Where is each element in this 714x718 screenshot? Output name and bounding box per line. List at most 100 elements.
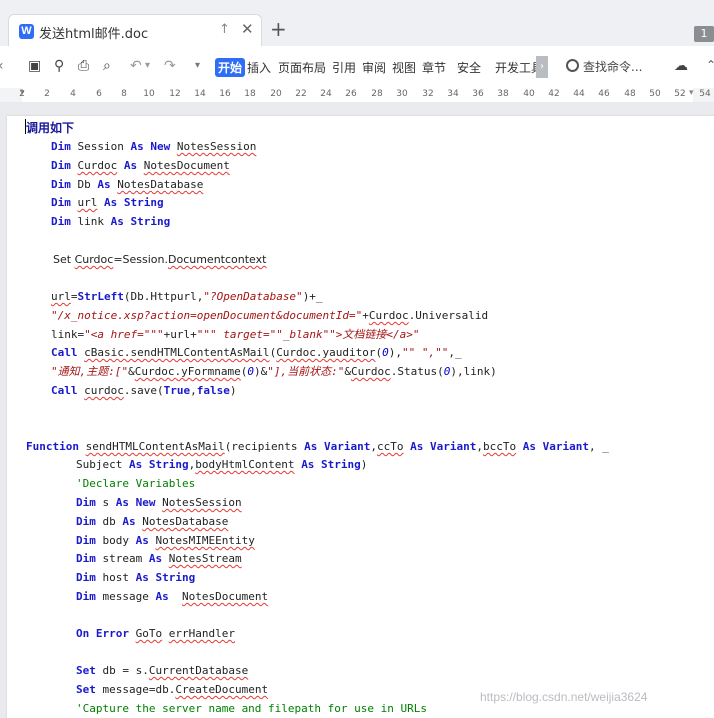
search-icon [566, 59, 579, 72]
code-token: link= [51, 328, 85, 341]
code-token: s [102, 496, 116, 509]
code-line: "/x_notice.xsp?action=openDocument&docum… [51, 309, 488, 322]
code-token: cBasic.sendHTMLContentAsMail [84, 346, 270, 359]
ruler-tick-label: 46 [598, 89, 610, 99]
code-token: sendHTMLContentAsMail [85, 440, 225, 453]
code-token: ,_ [448, 346, 462, 359]
keyword: As String [135, 571, 196, 584]
print-preview-icon[interactable]: ⌕ [103, 57, 111, 75]
quick-access-dropdown-icon[interactable]: ▾ [195, 57, 200, 75]
code-line: Set Curdoc=Session.Documentcontext [53, 253, 266, 266]
command-search[interactable]: 查找命令... [566, 58, 642, 75]
code-line: link="<a href="""+url+""" target=""_blan… [51, 328, 420, 341]
keyword: As Variant [522, 440, 589, 453]
comment: 'Declare Variables [76, 477, 196, 490]
window-count-badge[interactable]: 1 [694, 26, 714, 42]
code-token: Curdoc [368, 309, 409, 322]
code-line: 'Capture the server name and filepath fo… [76, 702, 427, 715]
keyword: Dim [76, 496, 103, 509]
new-tab-plus-icon[interactable]: + [270, 19, 287, 39]
keyword: Dim [51, 140, 78, 153]
pin-up-icon[interactable]: ↑ [219, 22, 230, 37]
code-line: Subject As String,bodyHtmlContent As Str… [76, 458, 367, 471]
menu-chevron-icon[interactable]: ‹ [0, 57, 4, 75]
keyword: Function [26, 440, 86, 453]
ruler-tick-label: 44 [573, 89, 585, 99]
menu-page-layout[interactable]: 页面布局 [278, 59, 326, 76]
search-label: 查找命令... [583, 60, 643, 74]
code-token: link [77, 215, 111, 228]
keyword: Dim [51, 178, 78, 191]
code-token: NotesStream [168, 552, 242, 565]
code-token: message [102, 590, 156, 603]
code-token: GoTo [135, 627, 163, 640]
code-line: Dim Curdoc As NotesDocument [51, 159, 230, 172]
ribbon-scroll-right-button[interactable]: › [536, 56, 548, 78]
keyword: As Variant [304, 440, 371, 453]
cloud-sync-icon[interactable]: ☁ [674, 58, 688, 74]
code-token: (Db.Httpurl, [123, 290, 204, 303]
ruler-tick-label: 26 [345, 89, 357, 99]
menu-developer[interactable]: 开发工具 [495, 59, 537, 76]
ruler-tick-label: 12 [169, 89, 181, 99]
code-token: NotesDocument [143, 159, 230, 172]
ruler-tick-label: 36 [472, 89, 484, 99]
code-token: errHandler [168, 627, 235, 640]
keyword: Dim [76, 571, 103, 584]
tab-bar: W 发送html邮件.doc ↑ ✕ + 1 [0, 0, 714, 47]
ruler-tick-label: 30 [396, 89, 408, 99]
keyword: As [135, 534, 156, 547]
string-literal: "],当前状态:" [267, 365, 345, 378]
ruler-tick-label: 42 [548, 89, 560, 99]
code-line: Dim stream As NotesStream [76, 552, 242, 565]
document-tab[interactable]: W 发送html邮件.doc ↑ ✕ [8, 14, 262, 47]
undo-icon[interactable]: ↶ [130, 57, 142, 75]
keyword: As New [115, 496, 163, 509]
menu-view[interactable]: 视图 [392, 59, 416, 76]
code-line: On Error GoTo errHandler [76, 627, 235, 640]
code-token: )+_ [302, 290, 323, 303]
document-area: 调用如下 Dim Session As New NotesSession Dim C… [0, 102, 714, 718]
undo-dropdown-icon[interactable]: ▾ [145, 57, 150, 75]
code-token: message=db. [102, 683, 176, 696]
ribbon-collapse-icon[interactable]: ⌃ [706, 58, 714, 72]
code-line: Dim body As NotesMIMEEntity [76, 534, 255, 547]
code-token: 0 [247, 365, 254, 378]
code-token: ),link) [450, 365, 497, 378]
code-token: ) [229, 384, 237, 397]
menu-review[interactable]: 审阅 [362, 59, 386, 76]
redo-icon[interactable]: ↷ [164, 57, 176, 75]
document-page[interactable]: 调用如下 Dim Session As New NotesSession Dim C… [7, 116, 714, 718]
right-indent-marker-icon[interactable]: ▾ [689, 88, 694, 98]
menu-start[interactable]: 开始 [215, 58, 246, 77]
ruler-tick-label: 32 [422, 89, 434, 99]
menu-chapter[interactable]: 章节 [422, 59, 446, 76]
save-icon[interactable]: ▣ [28, 57, 41, 75]
keyword: Dim [76, 515, 103, 528]
keyword: As Variant [410, 440, 477, 453]
code-token: ) [360, 458, 368, 471]
code-token: .Status( [390, 365, 444, 378]
menu-insert[interactable]: 插入 [247, 59, 271, 76]
close-icon[interactable]: ✕ [241, 20, 254, 38]
keyword: As [155, 590, 182, 603]
document-heading: 调用如下 [26, 121, 75, 135]
keyword: Set [76, 683, 103, 696]
ruler-tick-label: 34 [447, 89, 459, 99]
menu-references[interactable]: 引用 [332, 59, 356, 76]
keyword: As [148, 552, 169, 565]
keyword: True [163, 384, 191, 397]
code-token: Curdoc.yFormname [134, 365, 241, 378]
keyword: Set [76, 664, 103, 677]
ruler-tick-label: 2 [19, 89, 25, 99]
code-token: Curdoc [350, 365, 391, 378]
code-token: (recipients [224, 440, 305, 453]
format-painter-icon[interactable]: ⚲ [54, 57, 64, 75]
tab-title: 发送html邮件.doc [39, 27, 149, 42]
ruler-tick-label: 50 [649, 89, 661, 99]
print-icon[interactable]: ⎙ [78, 57, 89, 75]
ruler-tick-label: 6 [96, 89, 102, 99]
menu-security[interactable]: 安全 [457, 59, 481, 76]
